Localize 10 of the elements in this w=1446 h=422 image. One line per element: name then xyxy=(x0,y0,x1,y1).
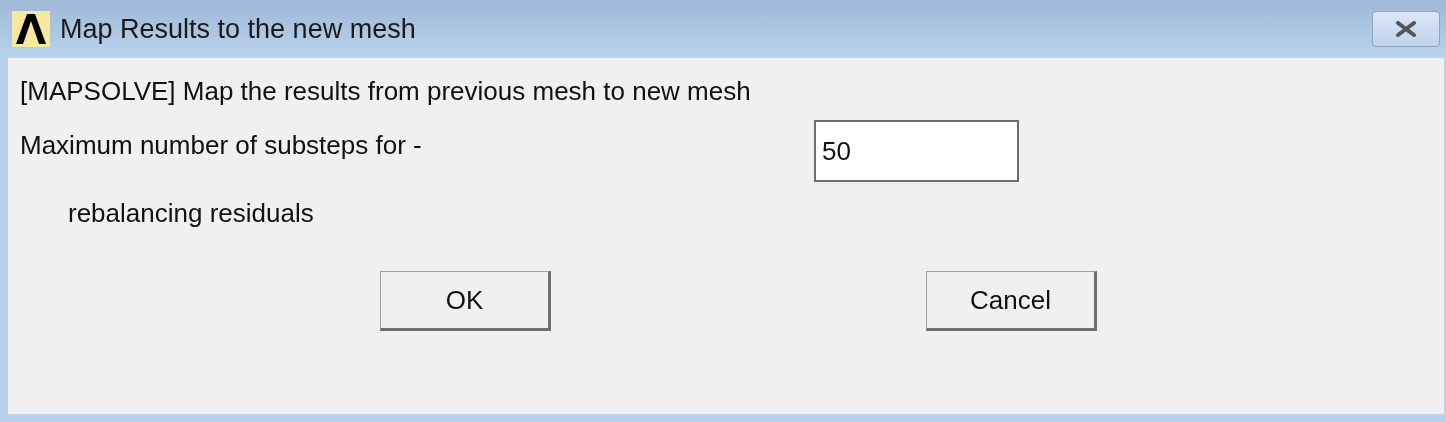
substeps-input[interactable]: 50 xyxy=(814,120,1019,182)
command-description: [MAPSOLVE] Map the results from previous mesh to new mesh xyxy=(20,75,752,108)
window-title: Map Results to the new mesh xyxy=(60,12,416,46)
field-label-continuation: rebalancing residuals xyxy=(68,197,315,230)
close-icon xyxy=(1395,21,1417,37)
cancel-button[interactable]: Cancel xyxy=(926,271,1097,331)
ok-button[interactable]: OK xyxy=(380,271,551,331)
close-button[interactable] xyxy=(1372,11,1440,47)
field-label: Maximum number of substeps for - xyxy=(20,129,423,162)
logo-icon xyxy=(12,11,50,47)
